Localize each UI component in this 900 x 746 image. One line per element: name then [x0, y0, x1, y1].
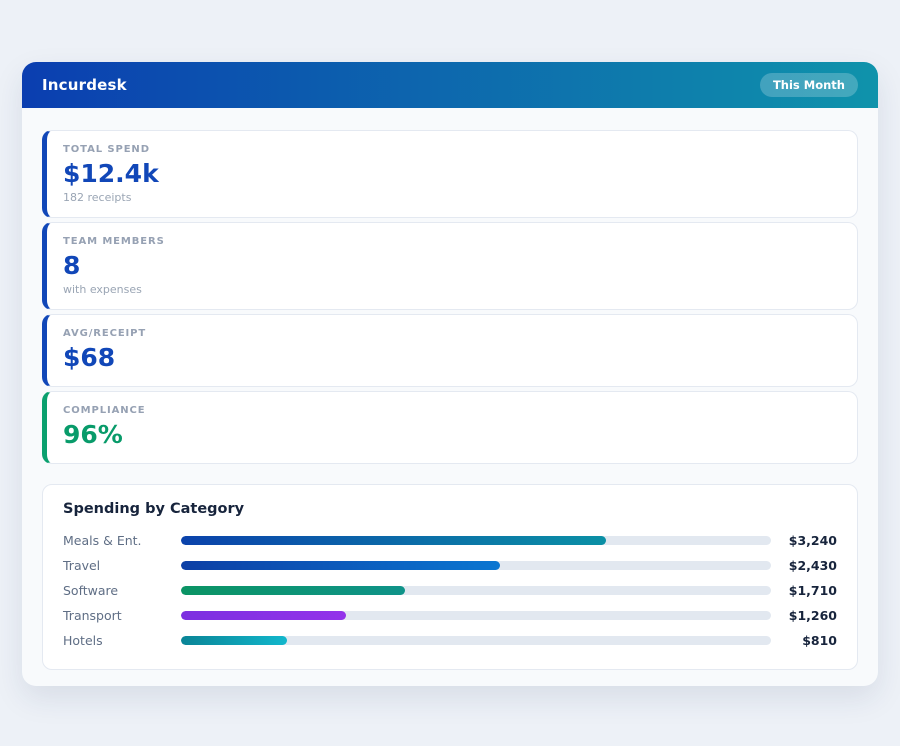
this-month-badge[interactable]: This Month	[760, 73, 858, 97]
category-label: Transport	[63, 608, 181, 623]
stat-label: TEAM MEMBERS	[63, 234, 841, 249]
bar-track	[181, 586, 771, 595]
stat-label: TOTAL SPEND	[63, 142, 841, 157]
stat-value: $12.4k	[63, 157, 841, 190]
app-title: Incurdesk	[42, 76, 127, 94]
bar-track	[181, 561, 771, 570]
bar-fill-software	[181, 586, 405, 595]
value-label: $810	[771, 633, 837, 648]
value-label: $3,240	[771, 533, 837, 548]
stat-subtext: with expenses	[63, 282, 841, 297]
value-label: $1,260	[771, 608, 837, 623]
stat-value: 8	[63, 249, 841, 282]
stat-card-team-members: TEAM MEMBERS 8 with expenses	[42, 222, 858, 310]
chart-row-software: Software $1,710	[63, 578, 837, 603]
bar-fill-travel	[181, 561, 500, 570]
stat-card-total-spend: TOTAL SPEND $12.4k 182 receipts	[42, 130, 858, 218]
value-label: $2,430	[771, 558, 837, 573]
value-label: $1,710	[771, 583, 837, 598]
bar-fill-hotels	[181, 636, 287, 645]
dashboard-panel: Incurdesk This Month TOTAL SPEND $12.4k …	[22, 62, 878, 686]
stat-value: $68	[63, 341, 841, 374]
category-label: Software	[63, 583, 181, 598]
category-label: Meals & Ent.	[63, 533, 181, 548]
stat-value: 96%	[63, 418, 841, 451]
bar-track	[181, 636, 771, 645]
stats-section: TOTAL SPEND $12.4k 182 receipts TEAM MEM…	[22, 108, 878, 464]
bar-track	[181, 536, 771, 545]
chart-row-transport: Transport $1,260	[63, 603, 837, 628]
category-label: Hotels	[63, 633, 181, 648]
bar-fill-meals	[181, 536, 606, 545]
chart-row-hotels: Hotels $810	[63, 628, 837, 653]
stat-label: COMPLIANCE	[63, 403, 841, 418]
category-label: Travel	[63, 558, 181, 573]
chart-title: Spending by Category	[63, 501, 837, 517]
stat-subtext: 182 receipts	[63, 190, 841, 205]
chart-row-meals: Meals & Ent. $3,240	[63, 528, 837, 553]
chart-row-travel: Travel $2,430	[63, 553, 837, 578]
spending-by-category-card: Spending by Category Meals & Ent. $3,240…	[42, 484, 858, 670]
bar-fill-transport	[181, 611, 346, 620]
stat-card-compliance: COMPLIANCE 96%	[42, 391, 858, 464]
stat-card-avg-receipt: AVG/RECEIPT $68	[42, 314, 858, 387]
stat-label: AVG/RECEIPT	[63, 326, 841, 341]
bar-track	[181, 611, 771, 620]
app-header: Incurdesk This Month	[22, 62, 878, 108]
